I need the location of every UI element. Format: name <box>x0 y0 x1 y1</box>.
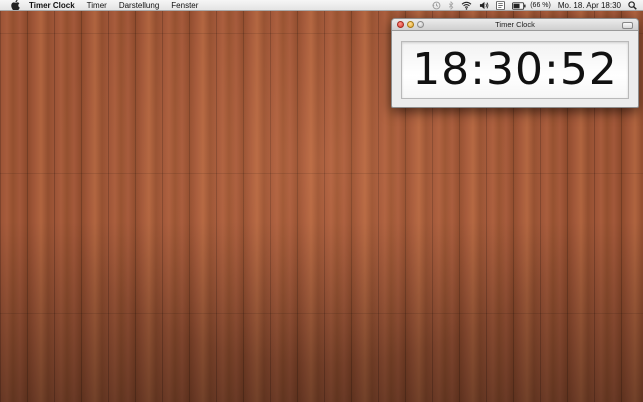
timer-clock-window: Timer Clock 18:30:52 <box>391 18 639 108</box>
volume-icon[interactable] <box>479 0 489 11</box>
status-area: (66 %) Mo. 18. Apr 18:30 <box>425 0 637 11</box>
search-icon[interactable] <box>628 0 637 11</box>
time-display-panel: 18:30:52 <box>401 41 629 99</box>
time-display: 18:30:52 <box>412 44 618 95</box>
window-titlebar[interactable]: Timer Clock <box>392 19 638 31</box>
input-menu-icon[interactable] <box>496 0 506 11</box>
wifi-icon[interactable] <box>461 0 472 11</box>
window-title: Timer Clock <box>495 20 535 29</box>
menu-bar: Timer Clock Timer Darstellung Fenster (6… <box>0 0 643 11</box>
menu-fenster[interactable]: Fenster <box>171 0 198 11</box>
battery-percent: (66 %) <box>530 2 551 9</box>
menu-darstellung[interactable]: Darstellung <box>119 0 159 11</box>
menu-timer[interactable]: Timer <box>87 0 107 11</box>
toolbar-toggle-button[interactable] <box>622 22 633 29</box>
battery-icon[interactable] <box>512 0 526 11</box>
bluetooth-icon[interactable] <box>448 0 454 11</box>
apple-icon[interactable] <box>10 0 20 10</box>
menubar-clock[interactable]: Mo. 18. Apr 18:30 <box>558 0 621 11</box>
menu-app-name[interactable]: Timer Clock <box>29 0 75 11</box>
time-machine-icon[interactable] <box>432 0 441 11</box>
